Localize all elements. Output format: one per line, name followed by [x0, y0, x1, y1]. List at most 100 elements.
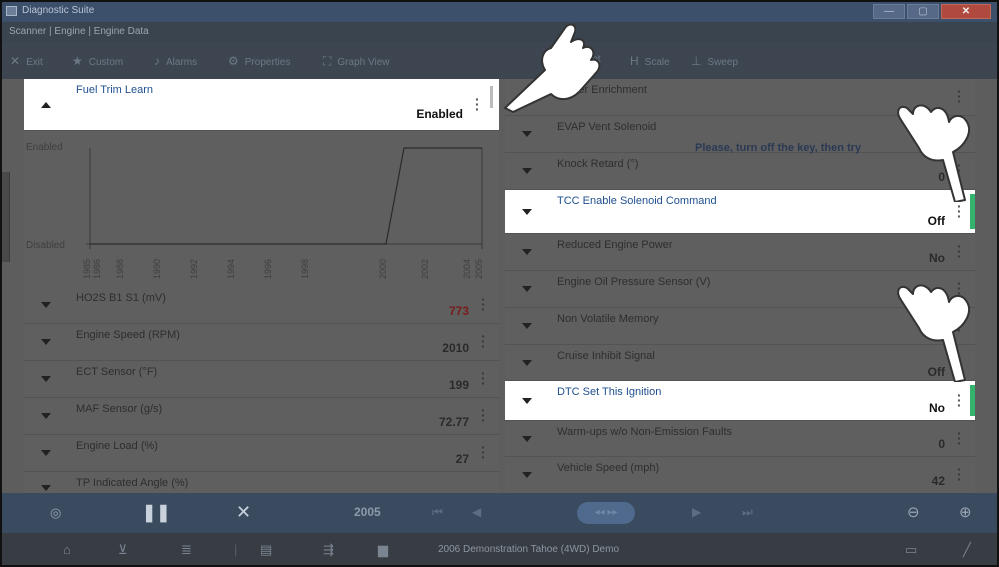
expand-icon[interactable]	[41, 413, 51, 419]
graph-view-button[interactable]: ⛶ Graph View	[323, 54, 389, 68]
expand-icon[interactable]	[41, 376, 51, 382]
plug-icon[interactable]: ⇶	[323, 542, 334, 558]
expand-icon[interactable]	[41, 302, 51, 308]
row-label: EVAP Vent Solenoid	[557, 121, 657, 133]
more-options-icon[interactable]: ···	[481, 440, 486, 464]
skip-start-icon[interactable]: ⏮	[432, 505, 443, 520]
row-label: Fuel Trim Learn	[76, 84, 154, 96]
row-label: MAF Sensor (g/s)	[76, 403, 163, 415]
expand-icon[interactable]	[522, 472, 532, 478]
side-drawer-handle[interactable]	[2, 172, 10, 262]
row-label: TCC Enable Solenoid Command	[557, 195, 717, 207]
row-label: Engine Oil Pressure Sensor (V)	[557, 276, 711, 288]
expand-icon[interactable]	[41, 485, 51, 491]
data-row-maf-sensor[interactable]: MAF Sensor (g/s) 72.77 · · ·	[24, 398, 499, 435]
row-value: 0	[938, 437, 945, 451]
maximize-button[interactable]: ▢	[907, 4, 939, 19]
graph-trace	[90, 147, 482, 245]
expand-icon[interactable]	[41, 450, 51, 456]
expand-icon[interactable]	[522, 397, 532, 404]
close-icon: ✕	[10, 54, 21, 68]
close-window-button[interactable]: ✕	[941, 4, 991, 19]
scale-button[interactable]: H Scale	[630, 54, 670, 68]
divider: |	[234, 542, 238, 557]
more-options-icon[interactable]: ···	[957, 199, 962, 223]
x-tick-label: 1996	[263, 259, 273, 279]
row-label: TP Indicated Angle (%)	[76, 477, 189, 489]
save-icon[interactable]: ⊻	[118, 542, 128, 558]
row-label: Vehicle Speed (mph)	[557, 462, 660, 474]
playback-scrubber[interactable]: ◂◂ ▸▸	[577, 502, 635, 524]
app-icon	[6, 6, 17, 16]
row-value: 2010	[442, 341, 469, 355]
more-options-icon[interactable]: ···	[481, 366, 486, 390]
x-tick-label: 2000	[378, 259, 388, 279]
data-row-fuel-trim-learn[interactable]: Fuel Trim Learn Enabled · · ·	[24, 79, 499, 131]
x-tick-label: 1992	[189, 259, 199, 279]
collapse-icon[interactable]	[41, 101, 51, 108]
expand-icon[interactable]	[522, 208, 532, 215]
app-window: Diagnostic Suite — ▢ ✕ Scanner | Engine …	[0, 0, 999, 567]
data-row-warmups[interactable]: Warm-ups w/o Non-Emission Faults 0 · · ·	[505, 421, 975, 457]
expand-icon[interactable]	[522, 131, 532, 137]
step-back-icon[interactable]: ◀	[472, 505, 481, 519]
expand-icon[interactable]	[522, 168, 532, 174]
window-title: Diagnostic Suite	[22, 5, 95, 16]
record-icon[interactable]: ◎	[50, 505, 61, 521]
row-label: DTC Set This Ignition	[557, 386, 662, 398]
pause-icon[interactable]: ❚❚	[142, 503, 171, 523]
step-forward-icon[interactable]: ▶	[692, 505, 701, 519]
skip-end-icon[interactable]: ⏭	[742, 505, 753, 520]
more-options-icon[interactable]: ···	[481, 403, 486, 427]
data-row-engine-speed[interactable]: Engine Speed (RPM) 2010 · · ·	[24, 324, 499, 361]
key-off-message: Please, turn off the key, then try	[695, 142, 862, 154]
more-options-icon[interactable]: ···	[957, 388, 962, 412]
sweep-button[interactable]: ⊥ Sweep	[691, 54, 738, 68]
sweep-label: Sweep	[707, 57, 739, 68]
zoom-out-icon[interactable]: ⊖	[907, 503, 920, 521]
more-options-icon[interactable]: ···	[481, 329, 486, 353]
row-label: HO2S B1 S1 (mV)	[76, 292, 166, 304]
expand-icon[interactable]	[522, 249, 532, 255]
x-tick-label: 1985	[82, 259, 92, 279]
x-tick-label: 1990	[152, 259, 162, 279]
scale-icon: H	[630, 54, 639, 68]
expand-icon[interactable]	[522, 359, 532, 366]
exit-label: Exit	[26, 57, 43, 68]
folder-icon[interactable]: ▆	[378, 542, 388, 558]
alarms-button[interactable]: ♪ Alarms	[154, 54, 197, 68]
custom-button[interactable]: ★ Custom	[72, 54, 123, 68]
more-options-icon[interactable]: ···	[481, 292, 486, 316]
data-row-engine-load[interactable]: Engine Load (%) 27 · · ·	[24, 435, 499, 472]
data-row-vehicle-speed[interactable]: Vehicle Speed (mph) 42 · · ·	[505, 457, 975, 493]
minimize-button[interactable]: —	[873, 4, 905, 19]
stop-icon[interactable]: ✕	[236, 502, 251, 523]
home-icon[interactable]: ⌂	[63, 542, 71, 557]
row-value: 72.77	[438, 415, 469, 429]
signal-icon[interactable]: ╱	[963, 542, 971, 558]
expand-icon[interactable]	[522, 323, 532, 329]
sweep-icon: ⊥	[691, 54, 702, 68]
data-row-ect-sensor[interactable]: ECT Sensor (°F) 199 · · ·	[24, 361, 499, 398]
properties-button[interactable]: ⚙ Properties	[228, 54, 290, 68]
expand-icon[interactable]	[41, 339, 51, 345]
row-label: Non Volatile Memory	[557, 313, 659, 325]
more-options-icon[interactable]: ···	[957, 426, 962, 450]
data-row-ho2s[interactable]: HO2S B1 S1 (mV) 773 · · ·	[24, 287, 499, 324]
expand-icon[interactable]	[522, 286, 532, 292]
more-options-icon[interactable]: ···	[957, 239, 962, 263]
more-options-icon[interactable]: ···	[475, 92, 480, 116]
battery-icon[interactable]: ▭	[905, 542, 917, 558]
x-tick-label: 1994	[226, 259, 236, 279]
more-options-icon[interactable]: ···	[957, 462, 962, 486]
data-row-tp-angle[interactable]: TP Indicated Angle (%)	[24, 472, 499, 493]
row-value: 773	[448, 304, 469, 318]
expand-icon[interactable]	[522, 435, 532, 442]
scroll-indicator	[490, 86, 493, 108]
data-row-dtc-set[interactable]: DTC Set This Ignition No · · ·	[505, 381, 975, 421]
list-icon[interactable]: ≣	[181, 542, 192, 558]
exit-button[interactable]: ✕ Exit	[10, 54, 43, 68]
star-icon: ★	[72, 54, 83, 68]
zoom-in-icon[interactable]: ⊕	[959, 503, 972, 521]
document-icon[interactable]: ▤	[260, 542, 272, 558]
